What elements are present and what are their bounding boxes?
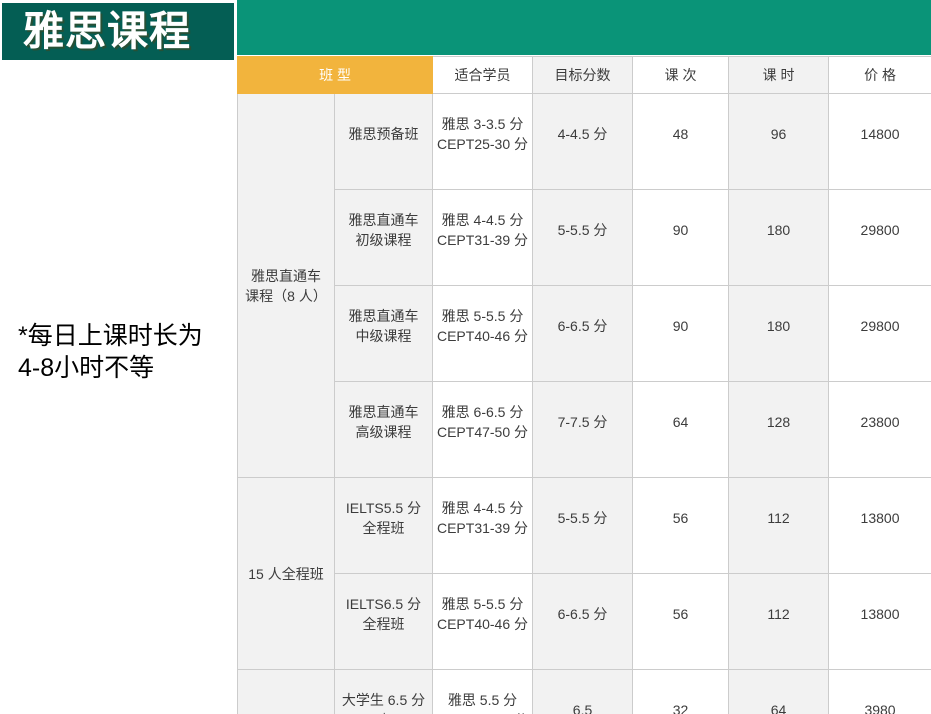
table-row: 15 人全程班IELTS5.5 分全程班雅思 4-4.5 分CEPT31-39 … <box>238 478 931 574</box>
group-label-cell: 15 人全程班 <box>238 478 335 670</box>
header-lessons: 课 次 <box>633 57 729 94</box>
top-accent-bar <box>237 0 931 55</box>
table-row: 雅思直通车高级课程雅思 6-6.5 分CEPT47-50 分7-7.5 分641… <box>238 382 931 478</box>
class-hours-cell: 64 <box>729 670 829 714</box>
suitable-students-cell: 雅思 4-4.5 分CEPT31-39 分 <box>433 190 533 286</box>
class-hours-cell: 112 <box>729 574 829 670</box>
table-row: 雅思直通车中级课程雅思 5-5.5 分CEPT40-46 分6-6.5 分901… <box>238 286 931 382</box>
lessons-count-cell: 90 <box>633 190 729 286</box>
lessons-count-cell: 48 <box>633 94 729 190</box>
group-label-cell: 大学生 25人班 <box>238 670 335 714</box>
suitable-students-cell: 雅思 5.5 分CEPT45-46 分 <box>433 670 533 714</box>
suitable-students-cell: 雅思 5-5.5 分CEPT40-46 分 <box>433 286 533 382</box>
side-note: *每日上课时长为 4-8小时不等 <box>18 320 203 384</box>
target-score-cell: 5-5.5 分 <box>533 478 633 574</box>
header-class-hours: 课 时 <box>729 57 829 94</box>
price-cell: 23800 <box>829 382 931 478</box>
target-score-cell: 4-4.5 分 <box>533 94 633 190</box>
class-name-cell: 雅思直通车高级课程 <box>335 382 433 478</box>
header-target-score: 目标分数 <box>533 57 633 94</box>
table-header-row: 班 型 适合学员 目标分数 课 次 课 时 价 格 <box>238 57 931 94</box>
table-row: 雅思直通车初级课程雅思 4-4.5 分CEPT31-39 分5-5.5 分901… <box>238 190 931 286</box>
table-row: 大学生 25人班大学生 6.5 分班雅思 5.5 分CEPT45-46 分6.5… <box>238 670 931 714</box>
price-cell: 29800 <box>829 190 931 286</box>
course-table-body: 雅思直通车课程（8 人）雅思预备班雅思 3-3.5 分CEPT25-30 分4-… <box>238 94 931 714</box>
lessons-count-cell: 64 <box>633 382 729 478</box>
class-name-cell: 雅思直通车中级课程 <box>335 286 433 382</box>
lessons-count-cell: 32 <box>633 670 729 714</box>
header-suitable-students: 适合学员 <box>433 57 533 94</box>
table-row: IELTS6.5 分全程班雅思 5-5.5 分CEPT40-46 分6-6.5 … <box>238 574 931 670</box>
side-note-line-1: *每日上课时长为 <box>18 320 203 352</box>
page-title: 雅思课程 <box>2 11 191 52</box>
header-price: 价 格 <box>829 57 931 94</box>
table-row: 雅思直通车课程（8 人）雅思预备班雅思 3-3.5 分CEPT25-30 分4-… <box>238 94 931 190</box>
class-hours-cell: 180 <box>729 190 829 286</box>
class-name-cell: 雅思直通车初级课程 <box>335 190 433 286</box>
target-score-cell: 6.5 <box>533 670 633 714</box>
course-table: 班 型 适合学员 目标分数 课 次 课 时 价 格 雅思直通车课程（8 人）雅思… <box>237 56 931 714</box>
lessons-count-cell: 56 <box>633 478 729 574</box>
class-hours-cell: 180 <box>729 286 829 382</box>
price-cell: 3980 <box>829 670 931 714</box>
class-hours-cell: 128 <box>729 382 829 478</box>
suitable-students-cell: 雅思 6-6.5 分CEPT47-50 分 <box>433 382 533 478</box>
title-banner: 雅思课程 <box>2 3 234 60</box>
class-name-cell: IELTS6.5 分全程班 <box>335 574 433 670</box>
suitable-students-cell: 雅思 4-4.5 分CEPT31-39 分 <box>433 478 533 574</box>
target-score-cell: 7-7.5 分 <box>533 382 633 478</box>
suitable-students-cell: 雅思 3-3.5 分CEPT25-30 分 <box>433 94 533 190</box>
group-label-cell: 雅思直通车课程（8 人） <box>238 94 335 478</box>
side-note-line-2: 4-8小时不等 <box>18 352 203 384</box>
target-score-cell: 6-6.5 分 <box>533 286 633 382</box>
price-cell: 13800 <box>829 478 931 574</box>
lessons-count-cell: 90 <box>633 286 729 382</box>
class-name-cell: 大学生 6.5 分班 <box>335 670 433 714</box>
class-name-cell: 雅思预备班 <box>335 94 433 190</box>
target-score-cell: 5-5.5 分 <box>533 190 633 286</box>
target-score-cell: 6-6.5 分 <box>533 574 633 670</box>
class-hours-cell: 96 <box>729 94 829 190</box>
price-cell: 29800 <box>829 286 931 382</box>
class-name-cell: IELTS5.5 分全程班 <box>335 478 433 574</box>
header-class-type: 班 型 <box>238 57 433 94</box>
page: 雅思课程 *每日上课时长为 4-8小时不等 班 型 适合学员 目标分数 课 次 … <box>0 0 931 714</box>
lessons-count-cell: 56 <box>633 574 729 670</box>
price-cell: 14800 <box>829 94 931 190</box>
class-hours-cell: 112 <box>729 478 829 574</box>
price-cell: 13800 <box>829 574 931 670</box>
suitable-students-cell: 雅思 5-5.5 分CEPT40-46 分 <box>433 574 533 670</box>
